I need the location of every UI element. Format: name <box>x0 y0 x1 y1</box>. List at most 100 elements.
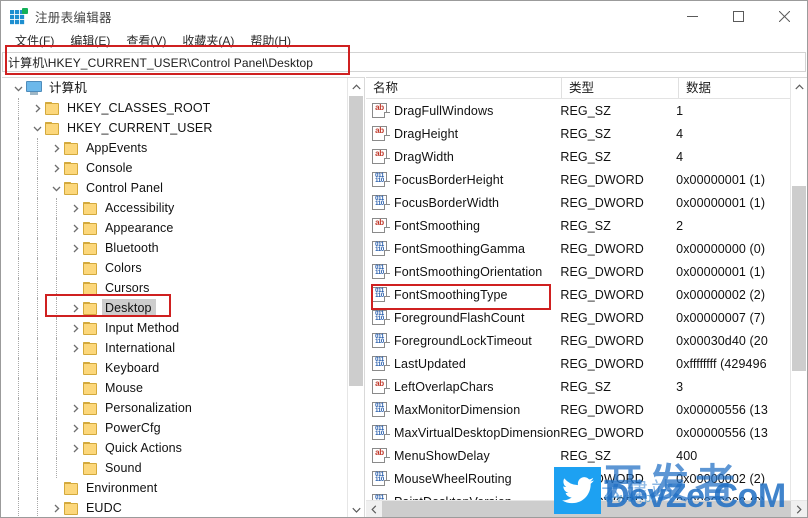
tree-item-control-panel[interactable]: Control Panel <box>2 178 342 198</box>
list-hscroll-thumb[interactable] <box>382 501 791 517</box>
tree-item-cursors[interactable]: Cursors <box>2 278 342 298</box>
chevron-down-icon[interactable] <box>48 180 64 196</box>
registry-values-pane: 名称 类型 数据 ab DragFullWindows REG_SZ 1 ab DragHei… <box>366 77 807 517</box>
menu-item-v[interactable]: 查看(V) <box>118 32 174 50</box>
list-row[interactable]: 011 110 FontSmoothingOrientation REG_DWORD 0… <box>366 260 790 283</box>
tree-scroll-thumb[interactable] <box>349 96 363 386</box>
list-row[interactable]: 011 110 ForegroundLockTimeout REG_DWORD 0x00… <box>366 329 790 352</box>
list-row[interactable]: ab LeftOverlapChars REG_SZ 3 <box>366 375 790 398</box>
value-name: FocusBorderHeight <box>394 172 504 187</box>
chevron-right-icon[interactable] <box>48 160 64 176</box>
tree-item-appearance[interactable]: Appearance <box>2 218 342 238</box>
tree-guide-line <box>18 438 20 458</box>
list-vertical-scrollbar[interactable] <box>790 78 807 500</box>
list-row[interactable]: 011 110 MaxMonitorDimension REG_DWORD 0x0000… <box>366 398 790 421</box>
column-header-name[interactable]: 名称 <box>366 78 562 98</box>
tree-guide-line <box>18 138 20 158</box>
tree-item-label: Colors <box>105 261 142 275</box>
tree-item-hkey-classes-root[interactable]: HKEY_CLASSES_ROOT <box>2 98 342 118</box>
value-type: REG_DWORD <box>560 195 644 210</box>
tree-item-console[interactable]: Console <box>2 158 342 178</box>
tree-scroll-up-arrow[interactable] <box>348 78 364 95</box>
chevron-right-icon[interactable] <box>48 140 64 156</box>
tree-scroll-down-arrow[interactable] <box>348 501 364 517</box>
value-name: ForegroundFlashCount <box>394 310 525 325</box>
column-header-type[interactable]: 类型 <box>562 78 679 98</box>
list-row[interactable]: 011 110 FocusBorderWidth REG_DWORD 0x0000000… <box>366 191 790 214</box>
tree-guide-line <box>56 378 58 398</box>
chevron-right-icon[interactable] <box>67 440 83 456</box>
tree-item-colors[interactable]: Colors <box>2 258 342 278</box>
tree-item-eudc[interactable]: EUDC <box>2 498 342 517</box>
value-name: LeftOverlapChars <box>394 379 494 394</box>
tree-item-mouse[interactable]: Mouse <box>2 378 342 398</box>
chevron-right-icon[interactable] <box>67 320 83 336</box>
list-scroll-up-arrow[interactable] <box>791 78 807 95</box>
list-row[interactable]: ab DragHeight REG_SZ 4 <box>366 122 790 145</box>
list-row[interactable]: 011 110 FontSmoothingGamma REG_DWORD 0x00000… <box>366 237 790 260</box>
tree-item-bluetooth[interactable]: Bluetooth <box>2 238 342 258</box>
tree-item-label: Quick Actions <box>105 441 183 455</box>
address-bar[interactable]: 计算机\HKEY_CURRENT_USER\Control Panel\Desk… <box>2 52 806 72</box>
tree-item-desktop[interactable]: Desktop <box>2 298 342 318</box>
list-row[interactable]: 011 110 FocusBorderHeight REG_DWORD 0x000000… <box>366 168 790 191</box>
dword-value-icon: 011110 <box>372 241 390 256</box>
chevron-right-icon[interactable] <box>67 400 83 416</box>
list-row[interactable]: 011 110 ForegroundFlashCount REG_DWORD 0x000… <box>366 306 790 329</box>
list-row[interactable]: 011 110 MaxVirtualDesktopDimension REG_DWOR… <box>366 421 790 444</box>
tree-item-label: Sound <box>105 461 142 475</box>
minimize-button[interactable] <box>669 1 715 31</box>
menu-item-h[interactable]: 帮助(H) <box>242 32 299 50</box>
close-button[interactable] <box>761 1 807 31</box>
tree-item-label: Control Panel <box>86 181 164 195</box>
tree-item-accessibility[interactable]: Accessibility <box>2 198 342 218</box>
tree-item-hkey-current-user[interactable]: HKEY_CURRENT_USER <box>2 118 342 138</box>
tree-vertical-scrollbar[interactable] <box>347 78 364 517</box>
value-data: 2 <box>676 218 684 233</box>
chevron-down-icon[interactable] <box>29 120 45 136</box>
tree-item-quick-actions[interactable]: Quick Actions <box>2 438 342 458</box>
tree-item-personalization[interactable]: Personalization <box>2 398 342 418</box>
tree-item-powercfg[interactable]: PowerCfg <box>2 418 342 438</box>
chevron-right-icon[interactable] <box>67 420 83 436</box>
registry-editor-window: 注册表编辑器 文件(F) 编辑(E) 查看(V) 收藏夹(A) 帮助(H) 计算机\HK… <box>0 0 808 518</box>
tree-item-[interactable]: 计算机 <box>2 78 342 98</box>
list-scroll-left-arrow[interactable] <box>366 501 382 517</box>
chevron-right-icon[interactable] <box>67 220 83 236</box>
chevron-down-icon[interactable] <box>10 80 26 96</box>
list-row[interactable]: ab DragFullWindows REG_SZ 1 <box>366 99 790 122</box>
list-row[interactable]: ab MenuShowDelay REG_SZ 400 <box>366 444 790 467</box>
tree-item-keyboard[interactable]: Keyboard <box>2 358 342 378</box>
chevron-right-icon[interactable] <box>67 240 83 256</box>
chevron-right-icon[interactable] <box>29 100 45 116</box>
menu-item-e[interactable]: 编辑(E) <box>62 32 118 50</box>
tree-item-sound[interactable]: Sound <box>2 458 342 478</box>
chevron-right-icon[interactable] <box>67 200 83 216</box>
list-scroll-thumb[interactable] <box>792 186 806 371</box>
menu-item-a[interactable]: 收藏夹(A) <box>174 32 242 50</box>
tree-guide-line <box>37 138 39 158</box>
list-horizontal-scrollbar[interactable] <box>366 500 807 517</box>
list-scroll-right-arrow[interactable] <box>791 501 807 517</box>
tree-item-environment[interactable]: Environment <box>2 478 342 498</box>
tree-item-international[interactable]: International <box>2 338 342 358</box>
tree-item-appevents[interactable]: AppEvents <box>2 138 342 158</box>
tree-guide-line <box>37 158 39 178</box>
column-header-data[interactable]: 数据 <box>679 78 790 98</box>
chevron-right-icon[interactable] <box>67 300 83 316</box>
menu-item-f[interactable]: 文件(F) <box>7 32 62 50</box>
chevron-right-icon[interactable] <box>67 340 83 356</box>
tree-item-input-method[interactable]: Input Method <box>2 318 342 338</box>
list-row[interactable]: 011 110 MouseWheelRouting REG_DWORD 0x000000… <box>366 467 790 490</box>
list-row[interactable]: 011 110 LastUpdated REG_DWORD 0xffffffff (42… <box>366 352 790 375</box>
value-name: FocusBorderWidth <box>394 195 500 210</box>
tree-item-label: Personalization <box>105 401 192 415</box>
folder-icon <box>83 281 98 295</box>
tree-leaf-marker <box>67 380 83 396</box>
menu-bar: 文件(F) 编辑(E) 查看(V) 收藏夹(A) 帮助(H) <box>1 31 807 51</box>
chevron-right-icon[interactable] <box>48 500 64 516</box>
maximize-button[interactable] <box>715 1 761 31</box>
list-row[interactable]: ab DragWidth REG_SZ 4 <box>366 145 790 168</box>
list-row[interactable]: 011 110 FontSmoothingType REG_DWORD 0x000000… <box>366 283 790 306</box>
list-row[interactable]: ab FontSmoothing REG_SZ 2 <box>366 214 790 237</box>
